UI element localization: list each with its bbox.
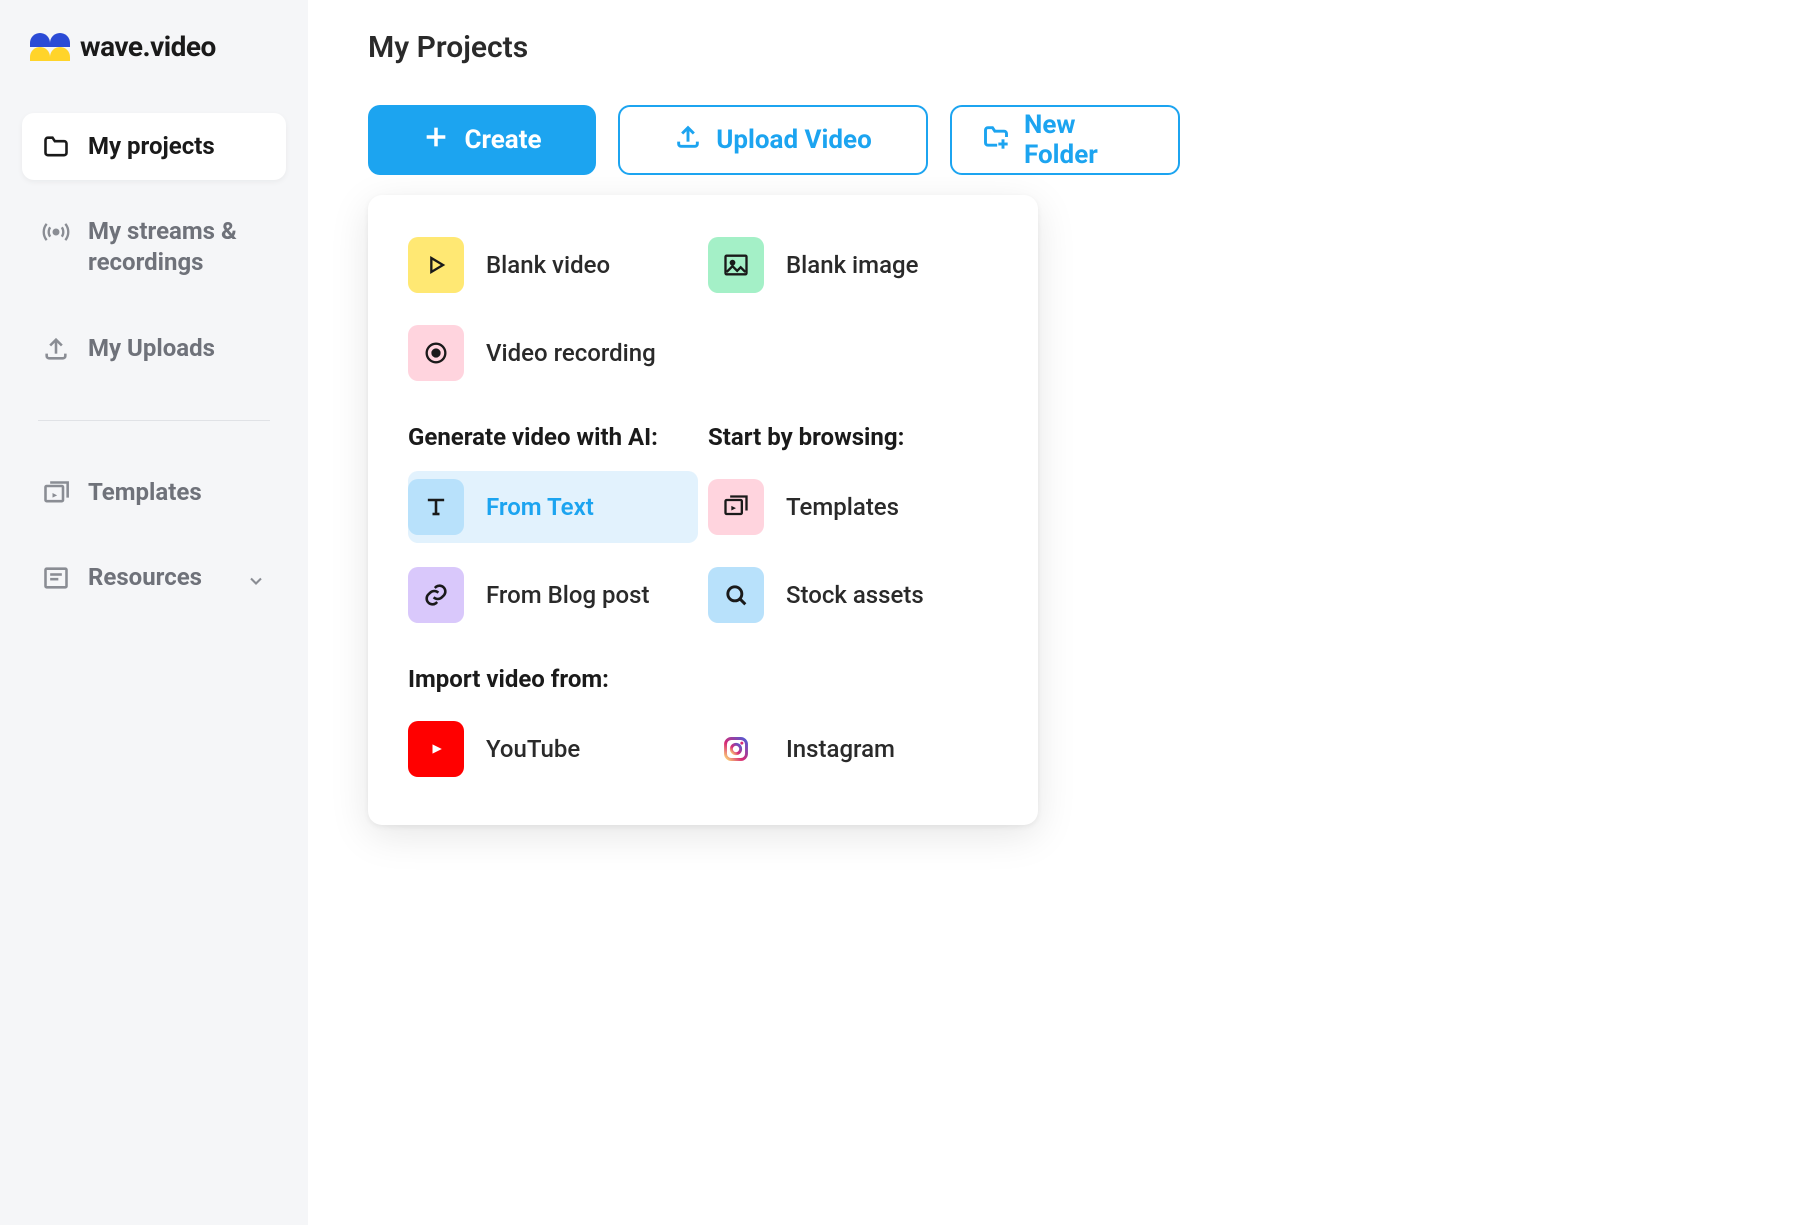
- sidebar-item-my-streams[interactable]: My streams & recordings: [22, 198, 286, 296]
- option-import-youtube[interactable]: YouTube: [408, 713, 698, 785]
- folder-icon: [42, 133, 70, 161]
- option-label: From Blog post: [486, 581, 650, 609]
- upload-video-button-label: Upload Video: [716, 125, 872, 155]
- sidebar-item-label: My projects: [88, 131, 266, 162]
- new-folder-icon: [982, 123, 1010, 158]
- broadcast-icon: [42, 218, 70, 246]
- sidebar-item-label: My streams & recordings: [88, 216, 266, 278]
- option-import-instagram[interactable]: Instagram: [708, 713, 998, 785]
- option-label: Blank image: [786, 251, 918, 279]
- option-blank-video[interactable]: Blank video: [408, 229, 698, 301]
- option-blank-image[interactable]: Blank image: [708, 229, 998, 301]
- sidebar: wave.video My projects My streams & reco…: [0, 0, 308, 1225]
- brand-name: wave.video: [80, 30, 216, 63]
- sidebar-item-resources[interactable]: Resources: [22, 544, 286, 611]
- resources-icon: [42, 564, 70, 592]
- search-icon: [708, 567, 764, 623]
- create-options-panel: Blank video Blank image Video recording: [368, 195, 1038, 825]
- action-row: Create Upload Video New Folder: [368, 105, 1740, 175]
- youtube-icon: [408, 721, 464, 777]
- chevron-down-icon: [246, 568, 266, 588]
- sidebar-item-label: My Uploads: [88, 333, 266, 364]
- section-heading-import: Import video from:: [408, 665, 998, 693]
- upload-icon: [42, 335, 70, 363]
- option-from-text[interactable]: From Text: [408, 471, 698, 543]
- sidebar-nav: My projects My streams & recordings My U…: [22, 113, 286, 611]
- main-content: My Projects Create Upload Video New Fold…: [308, 0, 1800, 1225]
- image-icon: [708, 237, 764, 293]
- option-label: From Text: [486, 493, 594, 521]
- section-heading-ai: Generate video with AI:: [408, 423, 698, 451]
- option-stock-assets[interactable]: Stock assets: [708, 559, 998, 631]
- wave-logo-icon: [30, 33, 70, 61]
- create-button-label: Create: [464, 125, 541, 155]
- section-heading-browse: Start by browsing:: [708, 423, 998, 451]
- new-folder-button[interactable]: New Folder: [950, 105, 1180, 175]
- create-button[interactable]: Create: [368, 105, 596, 175]
- instagram-icon: [708, 721, 764, 777]
- plus-icon: [422, 123, 450, 158]
- option-label: Instagram: [786, 735, 895, 763]
- sidebar-divider: [38, 420, 270, 421]
- option-label: Templates: [786, 493, 899, 521]
- sidebar-item-templates[interactable]: Templates: [22, 459, 286, 526]
- record-icon: [408, 325, 464, 381]
- page-title: My Projects: [368, 30, 1740, 65]
- sidebar-item-my-projects[interactable]: My projects: [22, 113, 286, 180]
- play-icon: [408, 237, 464, 293]
- sidebar-item-label: Templates: [88, 477, 266, 508]
- upload-icon: [674, 123, 702, 158]
- sidebar-item-label: Resources: [88, 562, 228, 593]
- upload-video-button[interactable]: Upload Video: [618, 105, 928, 175]
- sidebar-item-my-uploads[interactable]: My Uploads: [22, 315, 286, 382]
- option-video-recording[interactable]: Video recording: [408, 317, 698, 389]
- link-icon: [408, 567, 464, 623]
- option-from-blog-post[interactable]: From Blog post: [408, 559, 698, 631]
- brand-logo[interactable]: wave.video: [30, 30, 286, 63]
- option-label: Stock assets: [786, 581, 924, 609]
- option-label: YouTube: [486, 735, 580, 763]
- option-label: Video recording: [486, 339, 656, 367]
- templates-icon: [42, 479, 70, 507]
- option-label: Blank video: [486, 251, 610, 279]
- text-icon: [408, 479, 464, 535]
- new-folder-button-label: New Folder: [1024, 110, 1148, 170]
- templates-icon: [708, 479, 764, 535]
- option-templates[interactable]: Templates: [708, 471, 998, 543]
